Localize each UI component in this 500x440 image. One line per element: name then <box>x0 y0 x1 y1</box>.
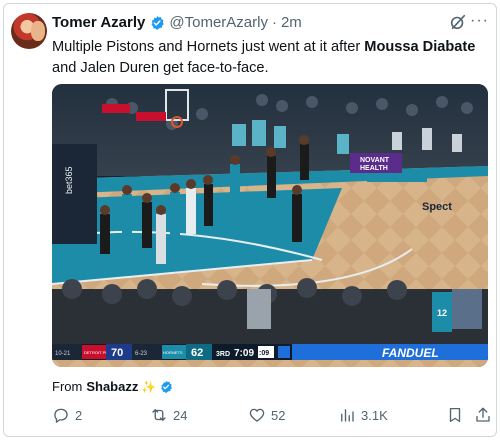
repost-count: 24 <box>173 407 188 423</box>
repost-icon <box>152 409 166 421</box>
away-score: 70 <box>111 347 123 359</box>
away-record: 10-21 <box>55 351 71 357</box>
shot-clock: :09 <box>259 350 269 357</box>
share-button[interactable] <box>474 406 492 424</box>
home-team-label: HORNETS <box>163 350 183 355</box>
author-handle[interactable]: @TomerAzarly <box>169 14 268 31</box>
game-quarter: 3RD <box>216 351 230 358</box>
view-count: 3.1K <box>361 407 388 423</box>
home-score: 62 <box>191 347 203 359</box>
like-count: 52 <box>271 407 286 423</box>
bookmark-button[interactable] <box>446 406 464 424</box>
reply-count: 2 <box>75 407 83 423</box>
source-name[interactable]: Shabazz <box>86 379 138 394</box>
fanduel-sponsor: FANDUEL <box>382 346 439 360</box>
separator-dot: · <box>271 14 277 31</box>
verified-badge-icon <box>151 15 165 30</box>
mention-moussa-diabate: Moussa Diabate <box>364 39 476 55</box>
repost-button[interactable]: 24 <box>150 406 187 424</box>
author-name[interactable]: Tomer Azarly <box>52 14 145 31</box>
tweet-header: Tomer Azarly @TomerAzarly · 2m <box>52 14 302 31</box>
source-verified-icon <box>161 380 173 393</box>
more-options-icon[interactable]: ··· <box>470 12 489 30</box>
tweet-timestamp[interactable]: 2m <box>281 14 302 31</box>
source-attribution: From Shabazz ✨ <box>52 379 173 394</box>
avatar-face <box>31 21 45 41</box>
home-record: 6-23 <box>135 351 148 357</box>
novant-sign-line2: HEALTH <box>360 165 388 172</box>
tweet-text-part-1: Multiple Pistons and Hornets just went a… <box>52 39 365 55</box>
spectrum-sign: Spect <box>422 201 452 213</box>
bookmark-icon <box>449 407 461 423</box>
novant-sign-line1: NOVANT <box>360 157 390 164</box>
author-avatar[interactable] <box>11 13 47 49</box>
like-button[interactable]: 52 <box>248 406 285 424</box>
bet365-sign: bet365 <box>64 166 74 194</box>
reply-button[interactable]: 2 <box>52 406 82 424</box>
tweet-text: Multiple Pistons and Hornets just went a… <box>52 37 484 79</box>
tweet-actions: 2 24 52 3.1K <box>52 406 492 428</box>
views-chart-icon <box>341 409 354 422</box>
tweet-video[interactable]: bet365 NOVANT HEALTH Spect 12 10-21 DETR… <box>52 84 488 367</box>
source-label: From <box>52 379 83 394</box>
jersey-number: 12 <box>437 308 447 318</box>
reply-icon <box>54 408 68 423</box>
grok-icon[interactable] <box>449 13 467 31</box>
game-clock: 7:09 <box>234 348 254 359</box>
source-emoji: ✨ <box>141 379 157 394</box>
views-button[interactable]: 3.1K <box>338 406 388 424</box>
share-icon <box>476 407 490 422</box>
tweet-text-part-2: and Jalen Duren get face-to-face. <box>52 60 269 76</box>
heart-icon <box>249 408 265 422</box>
basketball-court-scene: bet365 NOVANT HEALTH Spect 12 10-21 DETR… <box>52 84 488 367</box>
